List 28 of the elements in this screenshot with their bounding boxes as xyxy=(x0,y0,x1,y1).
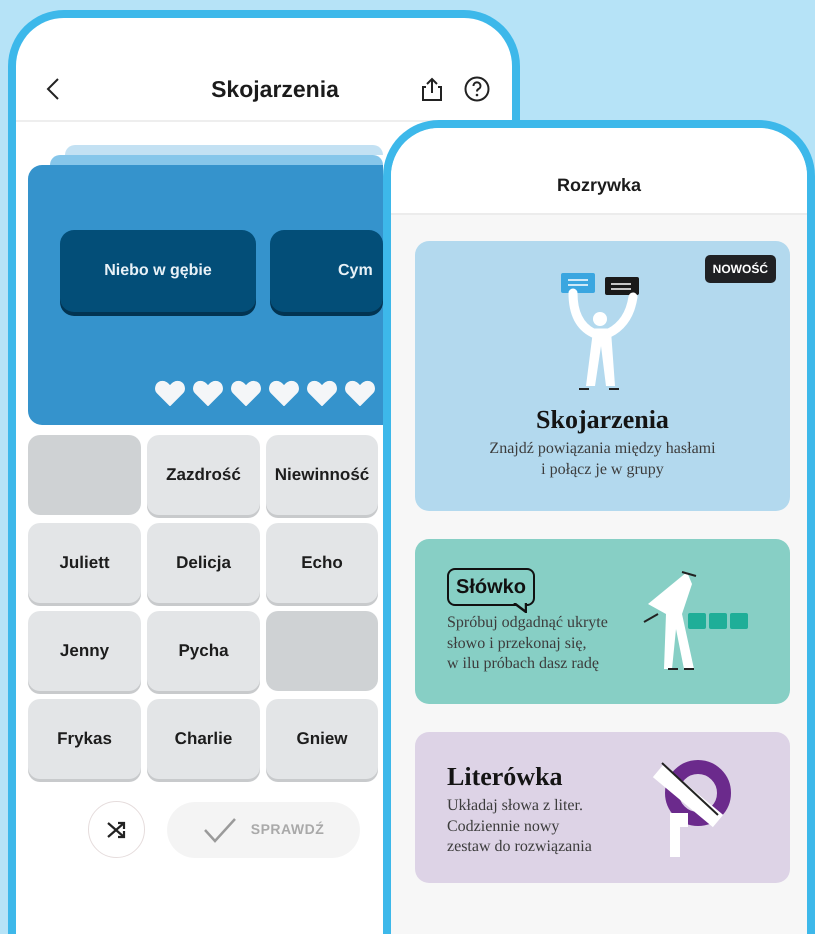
game-card[interactable]: Literówka Układaj słowa z liter. Codziennie nowy zestaw do rozwiązania xyxy=(415,732,790,883)
shuffle-icon xyxy=(106,820,128,840)
word-tile[interactable]: Delicja xyxy=(147,523,260,603)
word-tile[interactable]: Frykas xyxy=(28,699,141,779)
game-card[interactable]: Słówko Spróbuj odgadnąć ukryte słowo i przekonaj się, w ilu próbach dasz radę xyxy=(415,539,790,704)
screen-title: Rozrywka xyxy=(556,174,642,197)
screen-title: Skojarzenia xyxy=(211,74,339,104)
help-icon[interactable] xyxy=(464,76,490,102)
word-tile[interactable]: Jenny xyxy=(28,611,141,691)
game-title: Literówka xyxy=(447,760,564,793)
group-tile[interactable]: Niebo w gębie xyxy=(60,230,256,312)
share-icon[interactable] xyxy=(420,76,444,102)
game-description: Układaj słowa z liter. Codziennie nowy zestaw do rozwiązania xyxy=(447,796,592,858)
game-card[interactable]: NOWOŚĆ Skojarzenia Znajdź powiązania między hasłami i połącz je w grupy xyxy=(415,241,790,511)
word-tile[interactable]: Niewinność xyxy=(266,435,378,515)
checkmark-icon xyxy=(202,816,237,842)
game-description: Znajdź powiązania między hasłami i połącz je w grupy xyxy=(489,439,716,480)
group-tile[interactable]: Cym xyxy=(270,230,383,312)
back-icon[interactable] xyxy=(46,77,60,101)
word-tile[interactable]: Charlie xyxy=(147,699,260,779)
game-title: Skojarzenia xyxy=(536,404,669,436)
game-description: Spróbuj odgadnąć ukryte słowo i przekonaj się, w ilu próbach dasz radę xyxy=(447,612,608,674)
word-tile[interactable]: Echo xyxy=(266,523,378,603)
word-tile[interactable]: Gniew xyxy=(266,699,378,779)
word-tile[interactable]: Pycha xyxy=(147,611,260,691)
word-tile[interactable]: Zazdrość xyxy=(147,435,260,515)
word-tile[interactable]: Juliett xyxy=(28,523,141,603)
new-badge: NOWOŚĆ xyxy=(704,255,776,283)
